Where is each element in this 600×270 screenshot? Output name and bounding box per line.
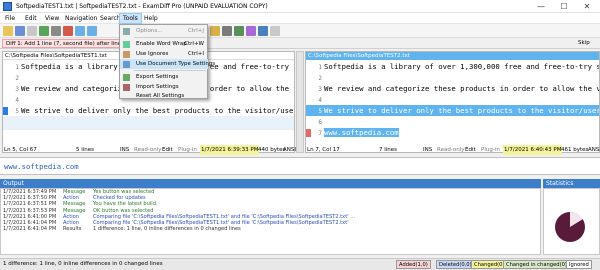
- ignored-badge[interactable]: Ignored: [566, 260, 592, 269]
- insert-mode: INS: [423, 147, 433, 153]
- file-size: 461 bytes: [561, 147, 589, 153]
- menu-edit[interactable]: Edit: [22, 13, 40, 24]
- maximize-button[interactable]: ☐: [553, 0, 575, 13]
- merge-icon[interactable]: [234, 26, 244, 36]
- diff-message: Diff 1: Add 1 line (7, second file) afte…: [2, 39, 120, 48]
- menu-file[interactable]: File: [2, 13, 18, 24]
- close-button[interactable]: ✕: [576, 0, 598, 13]
- file-encoding: ANSI: [283, 147, 296, 153]
- code-line: 6: [318, 119, 322, 126]
- menu-help[interactable]: Help: [141, 13, 161, 24]
- log-row: 1/7/2021 6:41:04 PM Results 1 difference: …: [3, 226, 241, 233]
- output-panel-header: Output: [0, 179, 541, 188]
- plugin-indicator: Plug-in: [178, 147, 197, 153]
- edit-indicator: Edit: [465, 147, 476, 153]
- file-encoding: ANSI: [588, 147, 600, 153]
- insert-mode: INS: [120, 147, 130, 153]
- code-line: 5 We strive to deliver only the best prod…: [3, 105, 294, 116]
- file-date: 1/7/2021 6:39:33 PM: [200, 145, 260, 155]
- menu-item-reset-all-settings[interactable]: Reset All Settings: [120, 91, 208, 101]
- next-diff-icon[interactable]: [75, 26, 85, 36]
- statistics-title: Statistics: [546, 180, 574, 187]
- bookmark-icon[interactable]: [210, 26, 220, 36]
- selected-code-line: 5 We strive to deliver only the best prod…: [306, 105, 599, 116]
- missing-line-placeholder: [3, 116, 294, 130]
- deleted-badge[interactable]: Deleted(0,0): [436, 260, 475, 269]
- pane-splitter[interactable]: [296, 51, 304, 153]
- open-folder-icon[interactable]: [3, 26, 13, 36]
- file-date: 1/7/2021 6:40:43 PM: [503, 145, 563, 155]
- merged-line-text: www.softpedia.com: [4, 162, 79, 171]
- edit-indicator: Edit: [162, 147, 173, 153]
- menu-bar: File Edit View Navigation Search Tools H…: [0, 13, 600, 24]
- menu-item-enable-word-wrap[interactable]: Enable Word Wrap Ctrl+W: [120, 39, 208, 49]
- tools-dropdown-menu: Options... Ctrl+J Enable Word Wrap Ctrl+W …: [119, 24, 215, 101]
- app-icon: [3, 2, 12, 11]
- code-line: 2: [318, 75, 322, 82]
- merged-line-view[interactable]: www.softpedia.com: [0, 157, 600, 175]
- options-icon[interactable]: [222, 26, 232, 36]
- output-title: Output: [3, 180, 24, 187]
- right-code-area: 1 Softpedia is a library of over 1,300,00…: [306, 61, 599, 138]
- copy-icon[interactable]: [51, 26, 61, 36]
- output-log[interactable]: 1/7/2021 6:37:49 PM Message Yes button was…: [0, 188, 541, 255]
- right-file-pane[interactable]: C:\Softpedia Files\SoftpediaTEST2.txt 1S…: [305, 51, 600, 153]
- cursor-position: Ln 7, Col 17: [307, 147, 340, 153]
- menu-item-options[interactable]: Options... Ctrl+J: [120, 26, 208, 36]
- added-badge[interactable]: Added(1,0): [396, 260, 431, 269]
- minimize-button[interactable]: —: [530, 0, 552, 13]
- added-code-line: 7 www.softpedia.com: [306, 127, 599, 138]
- prev-diff-icon[interactable]: [87, 26, 97, 36]
- help-icon[interactable]: [270, 26, 280, 36]
- skip-label[interactable]: Skip: [578, 40, 590, 46]
- changed-in-changed-badge[interactable]: Changed in changed(0): [503, 260, 570, 269]
- menu-tools[interactable]: Tools: [119, 13, 142, 24]
- view-icon[interactable]: [258, 26, 268, 36]
- window-title: SoftpediaTEST1.txt | SoftpediaTEST2.txt …: [16, 3, 268, 10]
- line-count: 7 lines: [379, 147, 398, 153]
- right-file-path: C:\Softpedia Files\SoftpediaTEST2.txt: [306, 52, 599, 60]
- read-only-indicator: Read-only: [437, 147, 465, 153]
- right-status-bar: Ln 7, Col 17 7 lines INS Read-only Edit …: [305, 145, 600, 155]
- print-icon[interactable]: [27, 26, 37, 36]
- menu-view[interactable]: View: [42, 13, 62, 24]
- menu-item-use-document-type-settings[interactable]: Use Document Type Settings: [120, 59, 215, 69]
- code-line: 3We review and categorize these products…: [318, 84, 599, 93]
- line-count: 5 lines: [76, 147, 95, 153]
- statistics-panel-header: Statistics: [543, 179, 600, 188]
- menu-item-export-settings[interactable]: Export Settings: [120, 72, 208, 82]
- menu-separator: [134, 37, 206, 38]
- left-status-bar: Ln 5, Col 67 5 lines INS Read-only Edit …: [2, 145, 296, 155]
- save-icon[interactable]: [15, 26, 25, 36]
- compare-icon[interactable]: [63, 26, 73, 36]
- diff-summary: 1 difference: 1 line, 0 inline differenc…: [3, 261, 163, 267]
- statistics-pie-chart: [555, 211, 585, 242]
- plugin-indicator: Plug-in: [481, 147, 500, 153]
- menu-item-use-ignores[interactable]: Use Ignores Ctrl+I: [120, 49, 208, 59]
- menu-separator: [134, 70, 206, 71]
- title-bar: SoftpediaTEST1.txt | SoftpediaTEST2.txt …: [0, 0, 600, 13]
- read-only-indicator: Read-only: [134, 147, 162, 153]
- menu-navigation[interactable]: Navigation: [62, 13, 100, 24]
- toolbar: [0, 24, 600, 38]
- bottom-status-bar: 1 difference: 1 line, 0 inline differenc…: [0, 258, 600, 270]
- cursor-position: Ln 5, Col 67: [4, 147, 37, 153]
- file-size: 440 bytes: [258, 147, 286, 153]
- refresh-icon[interactable]: [39, 26, 49, 36]
- statistics-panel: [543, 188, 600, 255]
- code-line: 4: [318, 97, 322, 104]
- diff-info-bar: Diff 1: Add 1 line (7, second file) afte…: [0, 38, 600, 49]
- sync-icon[interactable]: [246, 26, 256, 36]
- code-line: 1Softpedia is a library of over 1,300,00…: [318, 62, 599, 71]
